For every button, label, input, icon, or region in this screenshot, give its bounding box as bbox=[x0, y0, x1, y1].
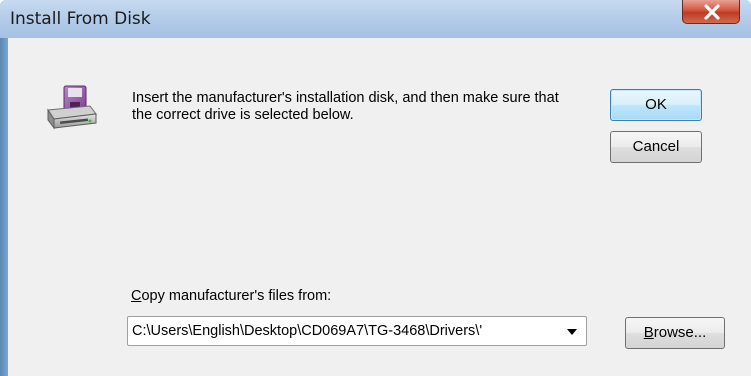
window-title: Install From Disk bbox=[10, 9, 151, 29]
cancel-button[interactable]: Cancel bbox=[610, 131, 702, 163]
copy-files-from-label: Copy manufacturer's files from: bbox=[131, 288, 331, 304]
instruction-text: Insert the manufacturer's installation d… bbox=[132, 90, 559, 123]
ok-button[interactable]: OK bbox=[610, 89, 702, 121]
floppy-disk-drive-icon bbox=[47, 85, 97, 130]
close-button[interactable] bbox=[682, 0, 740, 24]
browse-mnemonic: B bbox=[643, 324, 654, 341]
source-path-combobox[interactable]: C:\Users\English\Desktop\CD069A7\TG-3468… bbox=[127, 316, 587, 346]
title-bar[interactable]: Install From Disk bbox=[0, 0, 751, 39]
copy-label-text: opy manufacturer's files from: bbox=[141, 288, 332, 304]
browse-button[interactable]: Browse... bbox=[625, 317, 725, 349]
chevron-down-icon[interactable] bbox=[567, 329, 577, 335]
close-icon bbox=[704, 4, 720, 20]
copy-label-mnemonic: C bbox=[131, 288, 142, 304]
browse-label: rowse... bbox=[653, 324, 707, 341]
source-path-value[interactable]: C:\Users\English\Desktop\CD069A7\TG-3468… bbox=[132, 323, 560, 339]
window-left-frame bbox=[0, 38, 8, 376]
install-from-disk-window: Install From Disk Insert the manufacture… bbox=[0, 0, 751, 376]
